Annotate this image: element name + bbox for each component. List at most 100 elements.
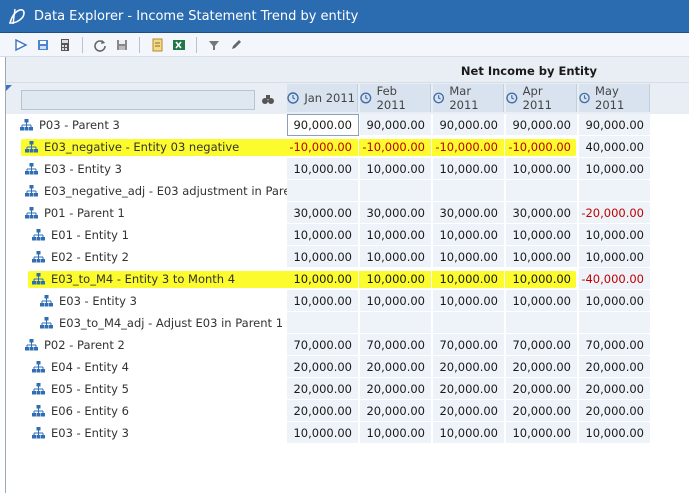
filter-icon[interactable] <box>203 34 225 56</box>
grid-cell[interactable]: 10,000.00 <box>433 246 505 268</box>
run-icon[interactable] <box>10 34 32 56</box>
save-icon[interactable] <box>111 34 133 56</box>
tree-row[interactable]: E03 - Entity 3 <box>32 422 129 444</box>
tree-row[interactable]: E03_negative_adj - E03 adjustment in Par… <box>25 180 313 202</box>
grid-cell[interactable]: 10,000.00 <box>287 224 359 246</box>
grid-cell[interactable]: -40,000.00 <box>579 268 651 290</box>
grid-cell[interactable] <box>579 180 651 202</box>
grid-cell[interactable]: 20,000.00 <box>433 356 505 378</box>
tree-row[interactable]: E03_to_M4 - Entity 3 to Month 4 <box>32 268 235 290</box>
grid-cell[interactable]: 10,000.00 <box>579 290 651 312</box>
column-header[interactable]: Feb 2011 <box>360 84 431 112</box>
grid-cell[interactable]: 10,000.00 <box>287 158 359 180</box>
edit-icon[interactable] <box>225 34 247 56</box>
tree-row[interactable]: E04 - Entity 4 <box>32 356 129 378</box>
tree-row[interactable]: P02 - Parent 2 <box>25 334 125 356</box>
grid-cell[interactable] <box>360 180 432 202</box>
grid-cell[interactable]: 20,000.00 <box>287 378 359 400</box>
grid-cell[interactable] <box>360 312 432 334</box>
grid-cell[interactable]: 70,000.00 <box>287 334 359 356</box>
grid-cell[interactable]: 10,000.00 <box>360 224 432 246</box>
tree-row[interactable]: E02 - Entity 2 <box>32 246 129 268</box>
grid-cell[interactable]: 10,000.00 <box>360 268 432 290</box>
grid-cell[interactable]: 30,000.00 <box>360 202 432 224</box>
grid-cell[interactable]: 70,000.00 <box>506 334 578 356</box>
grid-cell[interactable]: 20,000.00 <box>287 356 359 378</box>
grid-cell[interactable]: 70,000.00 <box>579 334 651 356</box>
grid-cell[interactable]: 20,000.00 <box>506 378 578 400</box>
grid-cell[interactable]: 20,000.00 <box>579 356 651 378</box>
grid-cell[interactable] <box>506 312 578 334</box>
grid-cell[interactable]: 10,000.00 <box>287 422 359 444</box>
tree-row[interactable]: E03_negative - Entity 03 negative <box>25 136 239 158</box>
grid-cell[interactable]: 20,000.00 <box>506 356 578 378</box>
grid-cell[interactable]: 90,000.00 <box>579 114 651 136</box>
grid-cell[interactable]: -10,000.00 <box>433 136 505 158</box>
grid-cell[interactable]: 20,000.00 <box>433 400 505 422</box>
grid-cell[interactable]: 10,000.00 <box>287 268 359 290</box>
grid-cell[interactable] <box>579 312 651 334</box>
grid-cell[interactable]: 90,000.00 <box>287 114 359 136</box>
grid-cell[interactable]: 70,000.00 <box>433 334 505 356</box>
grid-cell[interactable]: 10,000.00 <box>287 246 359 268</box>
grid-cell[interactable]: 10,000.00 <box>579 422 651 444</box>
calculator-icon[interactable] <box>54 34 76 56</box>
tree-row[interactable]: E03_to_M4_adj - Adjust E03 in Parent 1 <box>40 312 283 334</box>
grid-cell[interactable]: 40,000.00 <box>579 136 651 158</box>
column-header[interactable]: Apr 2011 <box>506 84 577 112</box>
grid-cell[interactable]: 10,000.00 <box>506 422 578 444</box>
tree-row[interactable]: P01 - Parent 1 <box>25 202 125 224</box>
grid-cell[interactable]: 10,000.00 <box>506 268 578 290</box>
grid-cell[interactable]: 20,000.00 <box>360 356 432 378</box>
grid-cell[interactable]: 20,000.00 <box>360 400 432 422</box>
tree-row[interactable]: E05 - Entity 5 <box>32 378 129 400</box>
tree-row[interactable]: E03 - Entity 3 <box>25 158 122 180</box>
tree-row[interactable]: E03 - Entity 3 <box>40 290 137 312</box>
grid-cell[interactable]: 70,000.00 <box>360 334 432 356</box>
grid-cell[interactable] <box>506 180 578 202</box>
grid-cell[interactable]: 10,000.00 <box>360 246 432 268</box>
grid-cell[interactable]: 10,000.00 <box>360 290 432 312</box>
column-header[interactable]: Mar 2011 <box>433 84 504 112</box>
grid-cell[interactable]: 10,000.00 <box>360 422 432 444</box>
grid-cell[interactable] <box>433 180 505 202</box>
save-to-icon[interactable] <box>32 34 54 56</box>
grid-cell[interactable]: 10,000.00 <box>433 158 505 180</box>
report-icon[interactable] <box>146 34 168 56</box>
grid-cell[interactable]: 10,000.00 <box>506 246 578 268</box>
grid-cell[interactable]: 10,000.00 <box>433 422 505 444</box>
grid-cell[interactable]: -10,000.00 <box>287 136 359 158</box>
grid-cell[interactable]: 10,000.00 <box>506 224 578 246</box>
grid-cell[interactable]: 90,000.00 <box>433 114 505 136</box>
grid-cell[interactable] <box>287 180 359 202</box>
grid-cell[interactable]: -10,000.00 <box>360 136 432 158</box>
grid-cell[interactable]: 10,000.00 <box>287 290 359 312</box>
grid-cell[interactable]: 20,000.00 <box>579 400 651 422</box>
column-header[interactable]: May 2011 <box>579 84 650 112</box>
grid-cell[interactable]: 10,000.00 <box>506 290 578 312</box>
grid-cell[interactable]: 10,000.00 <box>433 268 505 290</box>
grid-cell[interactable]: 90,000.00 <box>360 114 432 136</box>
grid-cell[interactable]: 10,000.00 <box>579 158 651 180</box>
grid-cell[interactable]: 20,000.00 <box>433 378 505 400</box>
tree-filter-input[interactable] <box>21 90 255 110</box>
grid-cell[interactable]: 10,000.00 <box>579 246 651 268</box>
grid-cell[interactable]: 20,000.00 <box>287 400 359 422</box>
grid-cell[interactable]: 10,000.00 <box>579 224 651 246</box>
grid-cell[interactable]: -10,000.00 <box>506 136 578 158</box>
grid-cell[interactable]: 30,000.00 <box>433 202 505 224</box>
grid-cell[interactable] <box>433 312 505 334</box>
grid-cell[interactable]: 30,000.00 <box>506 202 578 224</box>
binoculars-icon[interactable] <box>261 93 275 105</box>
grid-cell[interactable]: 10,000.00 <box>433 224 505 246</box>
grid-cell[interactable] <box>287 312 359 334</box>
column-header[interactable]: Jan 2011 <box>287 84 358 112</box>
grid-cell[interactable]: 10,000.00 <box>506 158 578 180</box>
grid-cell[interactable]: -20,000.00 <box>579 202 651 224</box>
grid-cell[interactable]: 30,000.00 <box>287 202 359 224</box>
refresh-icon[interactable] <box>89 34 111 56</box>
grid-cell[interactable]: 20,000.00 <box>360 378 432 400</box>
grid-cell[interactable]: 90,000.00 <box>506 114 578 136</box>
grid-cell[interactable]: 10,000.00 <box>360 158 432 180</box>
tree-row[interactable]: P03 - Parent 3 <box>20 114 120 136</box>
